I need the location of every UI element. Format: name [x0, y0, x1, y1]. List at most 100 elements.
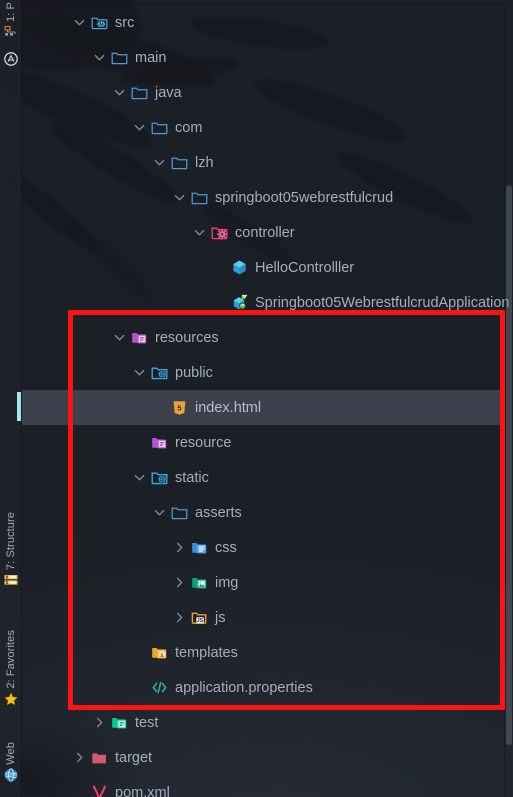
tree-row-label: css	[215, 539, 237, 556]
tree-row-label: static	[175, 469, 209, 486]
stripe-item-favorites[interactable]: 2: Favorites	[0, 630, 22, 706]
tree-row[interactable]: lzh	[22, 145, 505, 180]
tree-row-label: main	[135, 49, 167, 66]
chevron-down-icon[interactable]	[134, 472, 145, 483]
tree-row-label: Springboot05WebrestfulcrudApplication	[255, 294, 510, 311]
tree-row[interactable]: public	[22, 355, 505, 390]
star-icon	[4, 692, 18, 706]
tree-row-label: controller	[235, 224, 295, 241]
tree-row-label: test	[135, 714, 159, 731]
chevron-down-icon[interactable]	[194, 227, 205, 238]
tree-row[interactable]: css	[22, 530, 505, 565]
tree-row[interactable]: com	[22, 110, 505, 145]
chevron-right-icon[interactable]	[174, 542, 185, 553]
stripe-item-web[interactable]: Web	[0, 742, 22, 782]
tree-row[interactable]: static	[22, 460, 505, 495]
tree-row-label: java	[155, 84, 182, 101]
chevron-down-icon[interactable]	[134, 122, 145, 133]
chevron-right-icon[interactable]	[74, 752, 85, 763]
stripe-item-structure-label: 7: Structure	[5, 512, 17, 571]
folder-icon	[131, 84, 148, 101]
stripe-item-project[interactable]: 1: P	[0, 2, 22, 39]
tree-row[interactable]: JS js	[22, 600, 505, 635]
image-folder-icon	[191, 574, 208, 591]
tree-row-label: com	[175, 119, 203, 136]
svg-text:JS: JS	[197, 618, 204, 624]
vertical-scrollbar-thumb[interactable]	[506, 185, 512, 745]
tree-row[interactable]: resource	[22, 425, 505, 460]
spring-boot-class-icon	[231, 294, 248, 311]
folder-icon	[191, 189, 208, 206]
folder-icon	[171, 504, 188, 521]
tree-row-label: img	[215, 574, 239, 591]
chevron-down-icon[interactable]	[134, 367, 145, 378]
tree-row-label: js	[215, 609, 226, 626]
source-root-folder-icon	[91, 14, 108, 31]
templates-folder-icon	[151, 644, 168, 661]
structure-icon	[4, 573, 18, 587]
folder-icon	[151, 119, 168, 136]
tree-row-label: asserts	[195, 504, 242, 521]
project-structure-icon	[4, 25, 18, 39]
tree-row[interactable]: asserts	[22, 495, 505, 530]
tree-row[interactable]: img	[22, 565, 505, 600]
stripe-item-maven[interactable]	[0, 52, 22, 66]
js-folder-icon: JS	[191, 609, 208, 626]
chevron-down-icon[interactable]	[114, 332, 125, 343]
bookmark-marker-bar	[17, 392, 21, 421]
tree-row[interactable]: application.properties	[22, 670, 505, 705]
chevron-right-icon[interactable]	[174, 612, 185, 623]
test-folder-icon	[111, 714, 128, 731]
stripe-item-favorites-label: 2: Favorites	[5, 630, 17, 689]
stripe-item-web-label: Web	[5, 742, 17, 765]
maven-file-icon	[91, 784, 108, 797]
tree-row-label: pom.xml	[115, 784, 170, 797]
tree-row-label: src	[115, 14, 135, 31]
tree-row[interactable]: resources	[22, 320, 505, 355]
panel-top-divider	[22, 3, 505, 4]
tree-row[interactable]: templates	[22, 635, 505, 670]
tree-row[interactable]: Springboot05WebrestfulcrudApplication	[22, 285, 509, 320]
tree-row-label: resource	[175, 434, 232, 451]
tree-row[interactable]: pom.xml	[22, 775, 505, 797]
tree-row-label: HelloControlller	[255, 259, 355, 276]
tree-row-label: lzh	[195, 154, 214, 171]
svg-text:5: 5	[177, 403, 181, 412]
tree-row-label: springboot05webrestfulcrud	[215, 189, 394, 206]
folder-icon	[171, 154, 188, 171]
css-folder-icon	[191, 539, 208, 556]
tree-row[interactable]: main	[22, 40, 505, 75]
folder-icon	[111, 49, 128, 66]
chevron-down-icon[interactable]	[114, 87, 125, 98]
tree-row[interactable]: springboot05webrestfulcrud	[22, 180, 505, 215]
tree-row-label: target	[115, 749, 153, 766]
chevron-down-icon[interactable]	[154, 157, 165, 168]
tree-row[interactable]: target	[22, 740, 505, 775]
html5-file-icon: 5	[171, 399, 188, 416]
web-folder-icon	[151, 364, 168, 381]
tree-row-label: public	[175, 364, 213, 381]
tree-row[interactable]: java	[22, 75, 505, 110]
resource-root-folder-icon	[131, 329, 148, 346]
chevron-down-icon[interactable]	[74, 17, 85, 28]
tree-row-label: templates	[175, 644, 238, 661]
chevron-right-icon[interactable]	[174, 577, 185, 588]
tree-row[interactable]: test	[22, 705, 505, 740]
resource-folder-icon	[151, 434, 168, 451]
properties-file-icon	[151, 679, 168, 696]
tree-row[interactable]: src	[22, 5, 505, 40]
globe-icon	[4, 767, 18, 782]
stripe-item-project-label: 1: P	[5, 2, 17, 22]
chevron-down-icon[interactable]	[154, 507, 165, 518]
chevron-right-icon[interactable]	[94, 717, 105, 728]
chevron-down-icon[interactable]	[94, 52, 105, 63]
tree-row[interactable]: controller	[22, 215, 505, 250]
chevron-down-icon[interactable]	[174, 192, 185, 203]
excluded-folder-icon	[91, 749, 108, 766]
project-tree[interactable]: src main java com lzh springboot05webrestfulc…	[22, 5, 509, 797]
maven-icon	[4, 52, 18, 66]
tree-row[interactable]: HelloControlller	[22, 250, 505, 285]
java-class-icon	[231, 259, 248, 276]
stripe-item-structure[interactable]: 7: Structure	[0, 512, 22, 587]
tree-row[interactable]: 5 index.html	[22, 390, 505, 425]
